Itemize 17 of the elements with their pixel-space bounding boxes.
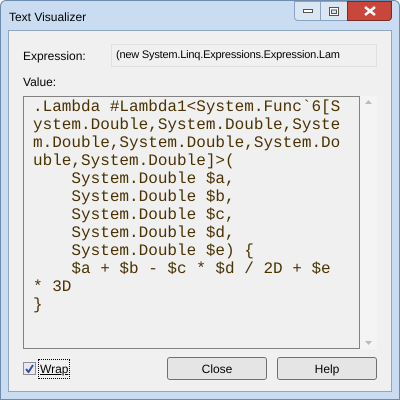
check-icon — [25, 364, 34, 373]
window-title: Text Visualizer — [9, 9, 86, 26]
minimize-button[interactable] — [294, 1, 321, 21]
close-button[interactable] — [347, 1, 392, 21]
expression-label: Expression: — [23, 48, 87, 64]
wrap-checkbox-row[interactable]: Wrap — [23, 360, 167, 378]
close-icon — [364, 6, 376, 16]
expression-field[interactable]: (new System.Linq.Expressions.Expression.Lam — [111, 44, 377, 67]
dialog-button[interactable]: Help — [277, 357, 377, 380]
value-label: Value: — [23, 74, 58, 91]
dialog-button[interactable]: Close — [167, 357, 267, 380]
maximize-button[interactable] — [321, 1, 347, 21]
maximize-icon — [329, 6, 339, 16]
minimize-icon — [302, 9, 312, 13]
wrap-label: Wrap — [39, 360, 70, 378]
wrap-checkbox[interactable] — [23, 362, 36, 375]
value-text-area[interactable]: .Lambda #Lambda1<System.Func`6[System.Double,System.Double,System.Double,System.Double,System.Double,System.Double]>( System.Double $a, System.Double $b, System.Double $c, System.Double $d, System.Double $e) { $a + $b - $c * $d / 2D + $e * 3D } — [23, 96, 360, 349]
